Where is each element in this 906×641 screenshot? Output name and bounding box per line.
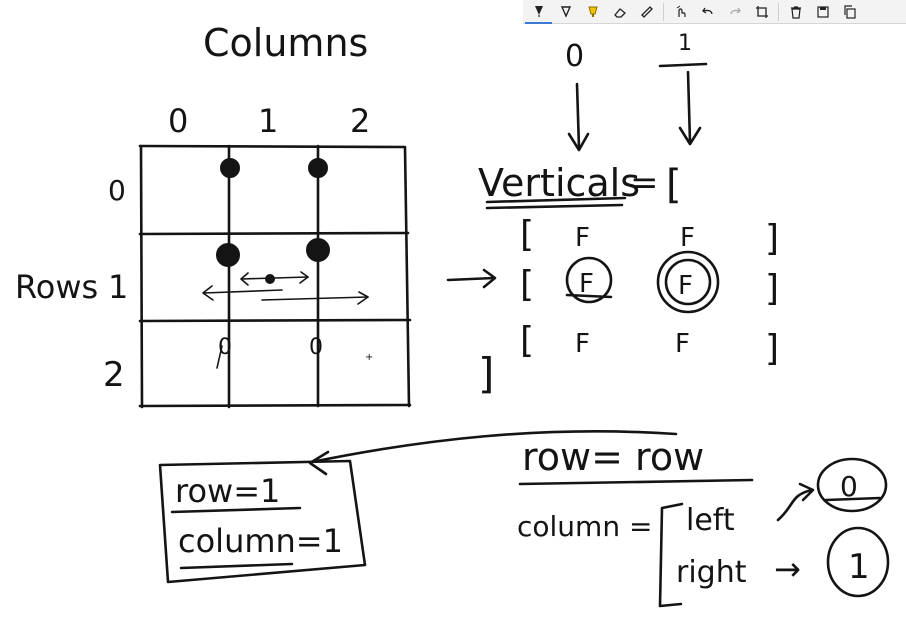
matrix-cell-0-0: F bbox=[575, 223, 590, 253]
matrix-cell-0-1: F bbox=[680, 223, 695, 253]
redo-icon[interactable] bbox=[721, 0, 748, 24]
whiteboard-canvas[interactable]: Columns 0 1 2 0 Rows 1 2 0 0 + 0 1 Verti… bbox=[0, 0, 906, 641]
columns-title: Columns bbox=[203, 21, 368, 65]
matrix-row-1-open: [ bbox=[520, 264, 534, 305]
row-index-1: 1 bbox=[108, 268, 128, 306]
left-text: left bbox=[686, 503, 735, 538]
matrix-cell-1-1: F bbox=[678, 271, 693, 301]
matrix-cell-1-0: F bbox=[579, 269, 594, 299]
touch-writing-icon[interactable] bbox=[667, 0, 694, 24]
column-index-0: 0 bbox=[168, 102, 188, 140]
column-eq-text: column = bbox=[517, 510, 652, 543]
pencil-pen-icon[interactable] bbox=[552, 0, 579, 24]
matrix-cell-2-1: F bbox=[675, 329, 690, 359]
column-index-2: 2 bbox=[350, 102, 370, 140]
matrix-row-0-close: ] bbox=[765, 218, 779, 259]
row-index-0: 0 bbox=[108, 174, 126, 207]
matrix-row-2-open: [ bbox=[520, 320, 534, 361]
crop-icon[interactable] bbox=[748, 0, 775, 24]
arrow-top-label-0: 0 bbox=[565, 39, 584, 74]
ruler-icon[interactable] bbox=[633, 0, 660, 24]
right-text: right bbox=[676, 555, 747, 590]
toolbar-separator bbox=[778, 2, 779, 21]
ballpoint-pen-icon[interactable] bbox=[525, 0, 552, 24]
row-eq-row-text: row= row bbox=[522, 435, 704, 479]
column-index-1: 1 bbox=[258, 102, 278, 140]
copy-icon[interactable] bbox=[836, 0, 863, 24]
selection-box: row=1 column=1 bbox=[158, 459, 367, 584]
grid bbox=[138, 144, 412, 409]
row-index-2: 2 bbox=[103, 355, 125, 395]
right-result: 1 bbox=[848, 547, 870, 587]
matrix-outer-close: ] bbox=[478, 349, 494, 398]
cell-zero-right: 0 bbox=[309, 335, 323, 360]
left-result: 0 bbox=[840, 470, 858, 503]
selected-row-text: row=1 bbox=[175, 472, 280, 510]
rows-title: Rows bbox=[15, 268, 98, 306]
grid-dots bbox=[216, 158, 330, 284]
save-icon[interactable] bbox=[809, 0, 836, 24]
selected-column-text: column=1 bbox=[178, 522, 343, 560]
arrow-top-label-1: 1 bbox=[678, 31, 692, 56]
matrix-cell-2-0: F bbox=[575, 329, 590, 359]
delete-icon[interactable] bbox=[782, 0, 809, 24]
verticals-matrix: [ F F ] [ F F ] [ F F ] ] bbox=[478, 214, 779, 398]
drawing-toolbar bbox=[523, 0, 906, 24]
matrix-row-0-open: [ bbox=[520, 214, 534, 255]
toolbar-separator bbox=[663, 2, 664, 21]
matrix-row-1-close: ] bbox=[765, 268, 779, 309]
undo-icon[interactable] bbox=[694, 0, 721, 24]
verticals-equals: = bbox=[630, 163, 659, 203]
right-arrow-glyph: → bbox=[774, 550, 801, 588]
highlighter-icon[interactable] bbox=[579, 0, 606, 24]
verticals-open-bracket: [ bbox=[666, 162, 682, 208]
matrix-row-2-close: ] bbox=[765, 328, 779, 369]
small-plus-mark: + bbox=[365, 352, 373, 363]
eraser-icon[interactable] bbox=[606, 0, 633, 24]
